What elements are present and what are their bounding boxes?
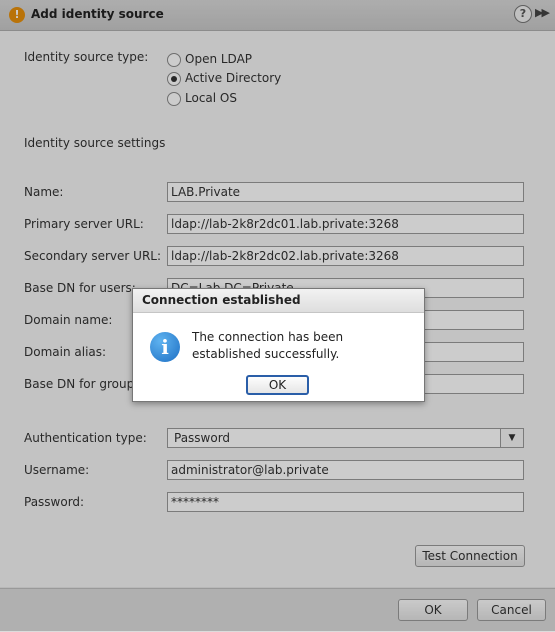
modal-ok-button[interactable]: OK [246, 375, 309, 395]
connection-modal: Connection established i The connection … [132, 288, 425, 402]
modal-title: Connection established [133, 289, 424, 313]
modal-message: The connection has been established succ… [192, 330, 344, 361]
info-icon: i [150, 332, 180, 362]
